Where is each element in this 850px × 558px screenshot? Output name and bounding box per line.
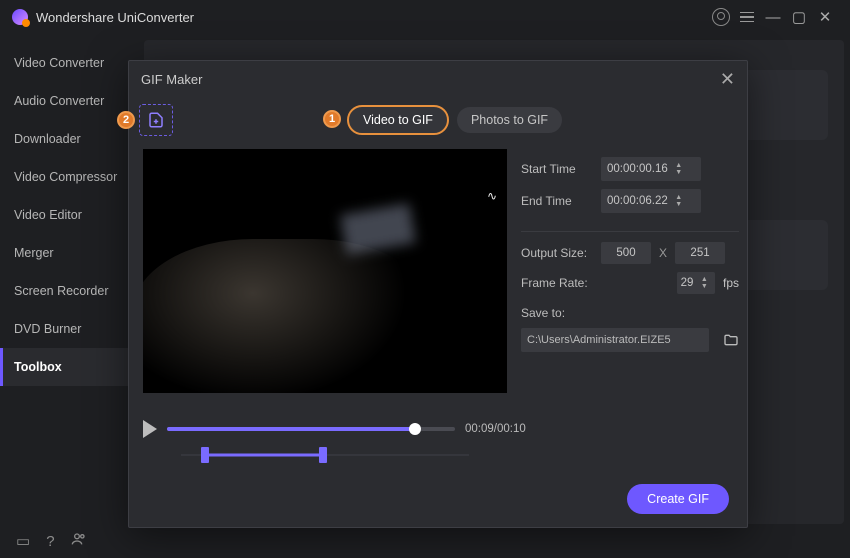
watermark-icon: ∿ — [487, 189, 499, 203]
sidebar-item-video-editor[interactable]: Video Editor — [0, 196, 144, 234]
bottom-bar: ▭ ? — [0, 524, 850, 558]
start-time-value: 00:00:00.16 — [607, 163, 668, 175]
guide-icon[interactable]: ▭ — [16, 532, 30, 550]
sidebar-item-screen-recorder[interactable]: Screen Recorder — [0, 272, 144, 310]
end-time-spinner[interactable]: ▲▼ — [672, 194, 686, 208]
trim-handle-start[interactable] — [201, 447, 209, 463]
dialog-header: GIF Maker ✕ — [129, 61, 747, 97]
settings-panel: Start Time 00:00:00.16 ▲▼ End Time 00:00… — [521, 149, 739, 407]
gif-maker-dialog: GIF Maker ✕ 2 1 Video to GIF Photos to G… — [128, 60, 748, 528]
tab-video-to-gif[interactable]: Video to GIF — [347, 105, 449, 135]
output-height-field[interactable]: 251 — [675, 242, 725, 264]
dialog-title: GIF Maker — [141, 72, 202, 87]
output-size-label: Output Size: — [521, 246, 593, 260]
add-file-icon — [147, 111, 165, 129]
sidebar: Video Converter Audio Converter Download… — [0, 34, 144, 524]
sidebar-item-toolbox[interactable]: Toolbox — [0, 348, 144, 386]
tab-photos-to-gif[interactable]: Photos to GIF — [457, 107, 562, 133]
menu-button[interactable] — [734, 4, 760, 30]
seek-knob[interactable] — [409, 423, 421, 435]
trim-range[interactable] — [181, 447, 469, 463]
output-width-field[interactable]: 500 — [601, 242, 651, 264]
sidebar-item-dvd-burner[interactable]: DVD Burner — [0, 310, 144, 348]
minimize-button[interactable]: — — [760, 4, 786, 30]
player-controls: 00:09/00:10 — [129, 411, 747, 447]
add-file-button[interactable] — [139, 104, 173, 136]
community-icon[interactable] — [71, 531, 87, 551]
play-button[interactable] — [143, 420, 157, 438]
close-window-button[interactable]: ✕ — [812, 4, 838, 30]
seek-slider[interactable] — [167, 427, 455, 431]
sidebar-item-merger[interactable]: Merger — [0, 234, 144, 272]
help-icon[interactable]: ? — [46, 533, 54, 550]
app-title: Wondershare UniConverter — [36, 10, 194, 25]
end-time-value: 00:00:06.22 — [607, 195, 668, 207]
frame-rate-unit: fps — [723, 276, 739, 290]
video-preview: ∿ — [143, 149, 507, 393]
sidebar-item-video-compressor[interactable]: Video Compressor — [0, 158, 144, 196]
sidebar-item-video-converter[interactable]: Video Converter — [0, 44, 144, 82]
maximize-button[interactable]: ▢ — [786, 4, 812, 30]
frame-rate-value: 29 — [681, 277, 694, 289]
frame-rate-field[interactable]: 29 ▲▼ — [677, 272, 715, 294]
end-time-field[interactable]: 00:00:06.22 ▲▼ — [601, 189, 701, 213]
dialog-toolbar: 2 1 Video to GIF Photos to GIF — [129, 97, 747, 143]
trim-handle-end[interactable] — [319, 447, 327, 463]
save-path-field[interactable]: C:\Users\Administrator.EIZE5 — [521, 328, 709, 352]
create-gif-button[interactable]: Create GIF — [627, 484, 729, 514]
account-button[interactable] — [708, 4, 734, 30]
callout-badge-1: 1 — [323, 110, 341, 128]
user-icon — [712, 8, 730, 26]
title-bar: Wondershare UniConverter — ▢ ✕ — [0, 0, 850, 34]
callout-badge-2: 2 — [117, 111, 135, 129]
frame-rate-spinner[interactable]: ▲▼ — [697, 276, 711, 290]
dimension-separator: X — [659, 246, 667, 260]
browse-folder-button[interactable] — [723, 332, 739, 348]
close-dialog-button[interactable]: ✕ — [720, 69, 735, 90]
start-time-spinner[interactable]: ▲▼ — [672, 162, 686, 176]
playback-time: 00:09/00:10 — [465, 423, 541, 435]
start-time-field[interactable]: 00:00:00.16 ▲▼ — [601, 157, 701, 181]
folder-icon — [723, 332, 739, 348]
end-time-label: End Time — [521, 194, 593, 208]
save-to-label: Save to: — [521, 306, 593, 320]
hamburger-icon — [740, 12, 754, 23]
frame-rate-label: Frame Rate: — [521, 276, 593, 290]
app-logo-icon — [12, 9, 28, 25]
start-time-label: Start Time — [521, 162, 593, 176]
